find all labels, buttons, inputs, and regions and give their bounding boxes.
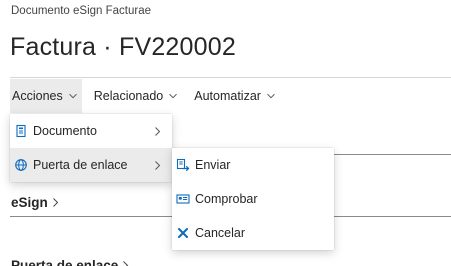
cancel-x-icon — [177, 227, 189, 239]
check-card-icon — [176, 194, 190, 204]
chevron-down-icon — [68, 93, 77, 99]
chevron-right-icon — [155, 161, 161, 170]
page-caption: Documento eSign Facturae — [11, 5, 151, 17]
tab-relacionado[interactable]: Relacionado — [92, 79, 183, 113]
globe-icon — [15, 159, 27, 171]
tab-acciones-label: Acciones — [12, 89, 63, 103]
chevron-right-icon — [155, 127, 161, 136]
menu-item-documento-label: Documento — [33, 124, 97, 138]
tab-acciones[interactable]: Acciones — [10, 79, 82, 113]
page-title: Factura · FV220002 — [10, 33, 236, 61]
chevron-down-icon — [169, 93, 178, 99]
tab-relacionado-label: Relacionado — [93, 89, 164, 103]
title-divider — [10, 77, 451, 78]
menu-item-enviar-label: Enviar — [195, 158, 231, 172]
acciones-menu: Documento Puerta de enlace — [10, 114, 172, 182]
menu-item-enviar[interactable]: Enviar — [172, 148, 334, 182]
menu-item-cancelar-label: Cancelar — [195, 226, 246, 240]
menu-item-comprobar[interactable]: Comprobar — [172, 182, 334, 216]
send-icon — [176, 158, 190, 172]
menu-item-puerta-de-enlace-label: Puerta de enlace — [33, 158, 128, 172]
menu-item-cancelar[interactable]: Cancelar — [172, 216, 334, 250]
document-icon — [16, 124, 26, 138]
section-gateway-header[interactable]: Puerta de enlace — [11, 258, 130, 266]
page: Documento eSign Facturae Factura · FV220… — [0, 0, 451, 266]
section-esign-title: eSign — [11, 195, 48, 210]
section-gateway-title: Puerta de enlace — [11, 258, 119, 266]
gateway-submenu: Enviar Comprobar Cancelar — [172, 148, 334, 250]
tab-automatizar-label: Automatizar — [194, 89, 261, 103]
chevron-right-icon — [123, 261, 129, 266]
menu-item-documento[interactable]: Documento — [10, 114, 172, 148]
chevron-right-icon — [52, 198, 58, 207]
tab-automatizar[interactable]: Automatizar — [192, 79, 280, 113]
chevron-down-icon — [267, 93, 275, 99]
menu-item-comprobar-label: Comprobar — [195, 192, 258, 206]
section-esign-header[interactable]: eSign — [11, 195, 60, 210]
menu-item-puerta-de-enlace[interactable]: Puerta de enlace — [10, 148, 172, 182]
action-bar: Acciones Relacionado Automatizar — [10, 79, 290, 113]
